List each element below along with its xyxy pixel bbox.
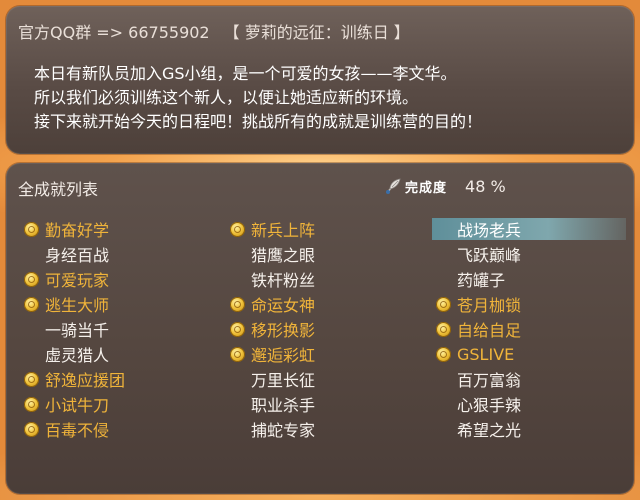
gold-coin-icon bbox=[24, 271, 39, 287]
achievement-label: 药罐子 bbox=[457, 271, 506, 290]
gold-coin-icon bbox=[436, 321, 451, 337]
achievement-item[interactable]: 舒逸应援团 bbox=[24, 368, 125, 390]
achievement-item[interactable]: 职业杀手 bbox=[230, 393, 315, 415]
achievement-item[interactable]: 百毒不侵 bbox=[24, 418, 109, 440]
achievement-item[interactable]: GSLIVE bbox=[436, 343, 514, 365]
achievement-item[interactable]: 小试牛刀 bbox=[24, 393, 109, 415]
description-line: 接下来就开始今天的日程吧！挑战所有的成就是训练营的目的！ bbox=[34, 112, 483, 131]
gold-coin-icon bbox=[24, 371, 39, 387]
achievement-item[interactable]: 心狠手辣 bbox=[436, 393, 521, 415]
achievement-label: 虚灵猎人 bbox=[45, 346, 110, 365]
gold-coin-icon bbox=[230, 296, 245, 312]
achievement-item[interactable]: 可爱玩家 bbox=[24, 268, 109, 290]
achievement-label: 命运女神 bbox=[251, 296, 316, 315]
achievement-item[interactable]: 逃生大师 bbox=[24, 293, 109, 315]
qq-group-label: 官方QQ群 => 66755902 bbox=[18, 23, 210, 42]
achievement-label: 希望之光 bbox=[457, 421, 522, 440]
achievement-label: 猎鹰之眼 bbox=[251, 246, 316, 265]
achievement-item[interactable]: 希望之光 bbox=[436, 418, 521, 440]
achievement-label: 自给自足 bbox=[457, 321, 522, 340]
gold-coin-icon bbox=[436, 296, 451, 312]
achievement-item[interactable]: 飞跃巅峰 bbox=[436, 243, 521, 265]
achievement-item[interactable]: 命运女神 bbox=[230, 293, 315, 315]
achievement-item[interactable]: 百万富翁 bbox=[436, 368, 521, 390]
achievement-item[interactable]: 苍月枷锁 bbox=[436, 293, 521, 315]
gold-coin-icon bbox=[230, 321, 245, 337]
achievement-label: 心狠手辣 bbox=[457, 396, 522, 415]
achievement-item[interactable]: 自给自足 bbox=[436, 318, 521, 340]
achievement-item[interactable]: 新兵上阵 bbox=[230, 218, 315, 240]
achievement-label: 飞跃巅峰 bbox=[457, 246, 522, 265]
achievement-label: 小试牛刀 bbox=[45, 396, 110, 415]
description-line: 本日有新队员加入GS小组，是一个可爱的女孩——李文华。 bbox=[34, 64, 457, 83]
achievement-label: 百毒不侵 bbox=[45, 421, 110, 440]
gold-coin-icon bbox=[24, 421, 39, 437]
gold-coin-icon bbox=[230, 221, 245, 237]
achievement-item[interactable]: 战场老兵 bbox=[432, 218, 626, 240]
achievement-item[interactable]: 勤奋好学 bbox=[24, 218, 109, 240]
achievement-label: 万里长征 bbox=[251, 371, 316, 390]
achievement-item[interactable]: 虚灵猎人 bbox=[24, 343, 109, 365]
gold-coin-icon bbox=[24, 396, 39, 412]
achievement-item[interactable]: 邂逅彩虹 bbox=[230, 343, 315, 365]
achievement-label: 邂逅彩虹 bbox=[251, 346, 316, 365]
gold-coin-icon bbox=[24, 296, 39, 312]
story-description: 本日有新队员加入GS小组，是一个可爱的女孩——李文华。 所以我们必须训练这个新人… bbox=[34, 62, 614, 134]
achievement-item[interactable]: 猎鹰之眼 bbox=[230, 243, 315, 265]
description-line: 所以我们必须训练这个新人，以便让她适应新的环境。 bbox=[34, 88, 419, 107]
achievement-item[interactable]: 万里长征 bbox=[230, 368, 315, 390]
achievement-label: 新兵上阵 bbox=[251, 221, 316, 240]
achievement-label: 捕蛇专家 bbox=[251, 421, 316, 440]
achievement-item[interactable]: 药罐子 bbox=[436, 268, 505, 290]
chapter-title: 【 萝莉的远征：训练日 】 bbox=[223, 23, 410, 42]
achievement-item[interactable]: 移形换影 bbox=[230, 318, 315, 340]
achievement-item[interactable]: 身经百战 bbox=[24, 243, 109, 265]
achievement-label: 勤奋好学 bbox=[45, 221, 110, 240]
feather-quill-icon bbox=[386, 178, 401, 194]
achievement-item[interactable]: 一骑当千 bbox=[24, 318, 109, 340]
header: 官方QQ群 => 66755902 【 萝莉的远征：训练日 】 bbox=[18, 19, 410, 42]
achievement-label: 战场老兵 bbox=[457, 221, 522, 240]
achievement-label: 可爱玩家 bbox=[45, 271, 110, 290]
achievement-label: 百万富翁 bbox=[457, 371, 522, 390]
achievement-label: 一骑当千 bbox=[45, 321, 110, 340]
completion-value: 48 % bbox=[465, 176, 506, 196]
achievement-label: 舒逸应援团 bbox=[45, 371, 126, 390]
gold-coin-icon bbox=[24, 221, 39, 237]
achievement-label: 逃生大师 bbox=[45, 296, 110, 315]
completion-progress: 完成度 48 % bbox=[384, 175, 506, 197]
gold-coin-icon bbox=[436, 346, 451, 362]
achievement-label: 身经百战 bbox=[45, 246, 110, 265]
achievement-label: 移形换影 bbox=[251, 321, 316, 340]
achievement-label: 苍月枷锁 bbox=[457, 296, 522, 315]
achievement-item[interactable]: 捕蛇专家 bbox=[230, 418, 315, 440]
achievement-label: 职业杀手 bbox=[251, 396, 316, 415]
achievement-item[interactable]: 铁杆粉丝 bbox=[230, 268, 315, 290]
achievement-list-title: 全成就列表 bbox=[18, 180, 99, 199]
achievement-label: GSLIVE bbox=[457, 344, 515, 364]
gold-coin-icon bbox=[230, 346, 245, 362]
achievement-label: 铁杆粉丝 bbox=[251, 271, 316, 290]
completion-label: 完成度 bbox=[405, 180, 448, 196]
